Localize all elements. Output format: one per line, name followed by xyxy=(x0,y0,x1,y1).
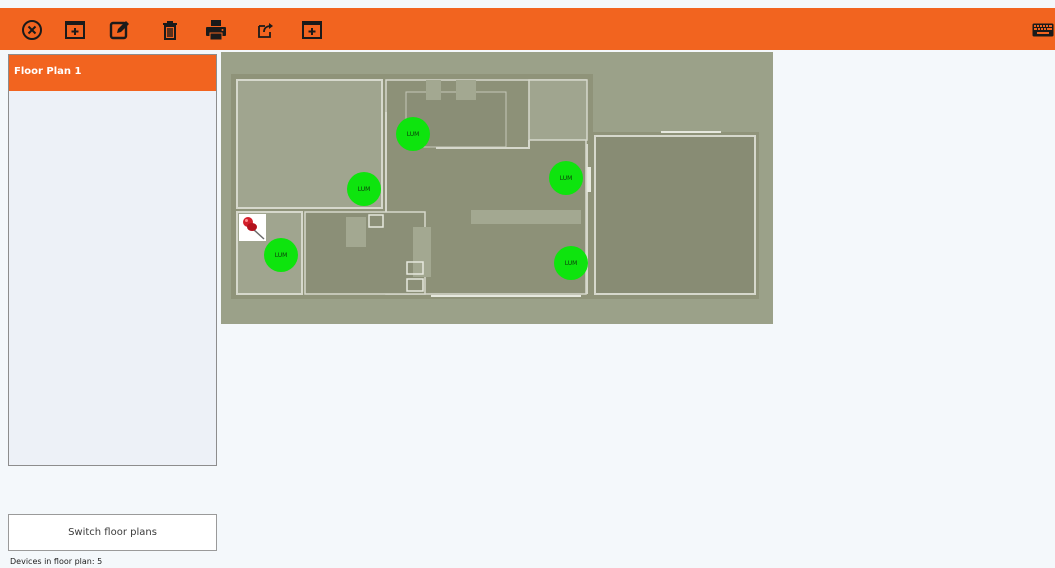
external-link-icon xyxy=(258,23,273,38)
pushpin-icon xyxy=(243,217,265,240)
floor-plan-item-selected[interactable]: Floor Plan 1 xyxy=(9,55,216,91)
device-lum-marker[interactable]: LUM xyxy=(264,238,298,272)
keyboard-icon xyxy=(1032,23,1054,37)
device-label: LUM xyxy=(406,130,420,138)
trash-icon xyxy=(163,21,177,40)
device-lum-marker[interactable]: LUM xyxy=(554,246,588,280)
edit-button[interactable] xyxy=(108,18,132,42)
location-pin[interactable] xyxy=(239,214,266,241)
device-label: LUM xyxy=(357,185,371,193)
device-label: LUM xyxy=(559,174,573,182)
floor-plan-drawing xyxy=(231,74,759,299)
circle-x-icon xyxy=(22,20,42,40)
edit-icon xyxy=(109,21,129,40)
keyboard-button[interactable] xyxy=(1031,18,1055,42)
floor-plan-list: Floor Plan 1 xyxy=(8,54,217,466)
device-label: LUM xyxy=(274,251,288,259)
device-lum-marker[interactable]: LUM xyxy=(396,117,430,151)
add-box-icon xyxy=(302,21,322,39)
switch-floor-plans-button[interactable]: Switch floor plans xyxy=(8,514,217,551)
add-secondary-button[interactable] xyxy=(300,18,324,42)
add-button[interactable] xyxy=(63,18,87,42)
toolbar xyxy=(0,8,1055,50)
device-lum-marker[interactable]: LUM xyxy=(347,172,381,206)
floor-plan-canvas[interactable]: LUM LUM LUM LUM LUM xyxy=(221,52,773,324)
delete-button[interactable] xyxy=(158,18,182,42)
device-lum-marker[interactable]: LUM xyxy=(549,161,583,195)
export-button[interactable] xyxy=(254,18,278,42)
printer-icon xyxy=(206,20,226,41)
floor-plan-item-label: Floor Plan 1 xyxy=(14,66,82,77)
device-label: LUM xyxy=(564,259,578,267)
close-button[interactable] xyxy=(20,18,44,42)
add-box-icon xyxy=(65,21,85,39)
print-button[interactable] xyxy=(204,18,228,42)
devices-count-text: Devices in floor plan: 5 xyxy=(10,557,103,566)
